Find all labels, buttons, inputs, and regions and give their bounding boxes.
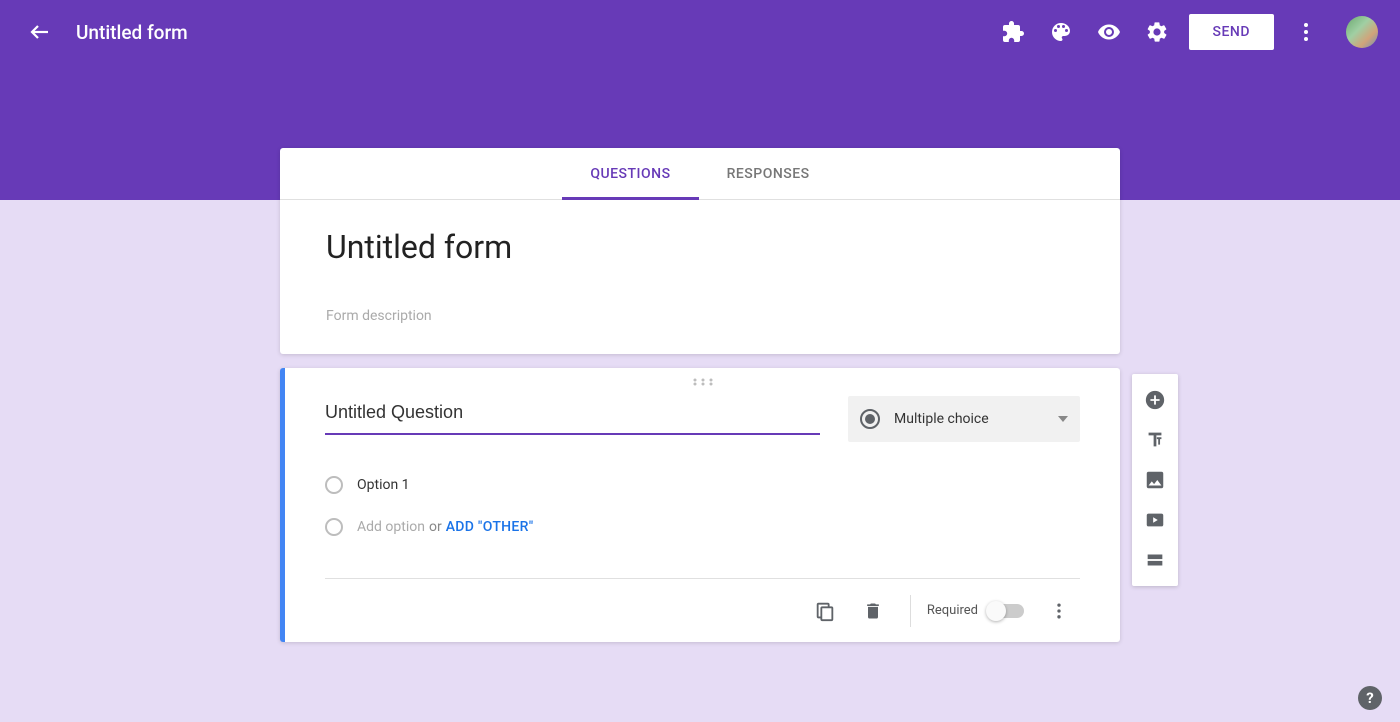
or-text: or <box>429 519 442 535</box>
drag-icon <box>693 378 713 386</box>
question-type-dropdown[interactable]: Multiple choice <box>848 396 1080 442</box>
help-button[interactable]: ? <box>1358 686 1382 710</box>
question-card[interactable]: Multiple choice Option 1 Add option or A… <box>280 368 1120 642</box>
delete-button[interactable] <box>852 590 894 632</box>
chevron-down-icon <box>1058 416 1068 422</box>
question-title-input[interactable] <box>325 396 820 435</box>
trash-icon <box>863 601 883 621</box>
add-option-button[interactable]: Add option <box>357 519 425 535</box>
question-type-label: Multiple choice <box>894 411 1058 427</box>
gear-icon <box>1145 20 1169 44</box>
form-header-card: QUESTIONS RESPONSES Untitled form Form d… <box>280 148 1120 354</box>
section-icon <box>1144 549 1166 571</box>
add-section-button[interactable] <box>1135 540 1175 580</box>
tab-questions-label: QUESTIONS <box>590 166 670 182</box>
help-icon: ? <box>1366 689 1373 707</box>
add-other-button[interactable]: ADD "OTHER" <box>446 519 534 535</box>
required-label: Required <box>927 603 978 618</box>
back-button[interactable] <box>16 8 64 56</box>
add-title-button[interactable] <box>1135 420 1175 460</box>
more-button[interactable] <box>1282 8 1330 56</box>
puzzle-icon <box>1001 20 1025 44</box>
tab-questions[interactable]: QUESTIONS <box>562 148 698 199</box>
doc-title[interactable]: Untitled form <box>76 21 188 44</box>
drag-handle[interactable] <box>325 372 1080 396</box>
addons-button[interactable] <box>989 8 1037 56</box>
account-avatar[interactable] <box>1346 16 1378 48</box>
topbar: Untitled form SEND <box>0 0 1400 64</box>
form-canvas: QUESTIONS RESPONSES Untitled form Form d… <box>280 148 1120 642</box>
text-icon <box>1144 429 1166 451</box>
theme-button[interactable] <box>1037 8 1085 56</box>
send-button[interactable]: SEND <box>1189 14 1274 50</box>
required-toggle[interactable] <box>988 604 1024 618</box>
tab-responses-label: RESPONSES <box>727 166 810 182</box>
tab-responses[interactable]: RESPONSES <box>699 148 838 199</box>
add-question-button[interactable] <box>1135 380 1175 420</box>
more-vert-icon <box>1049 601 1069 621</box>
more-vert-icon <box>1294 20 1318 44</box>
divider <box>910 595 911 627</box>
question-more-button[interactable] <box>1038 590 1080 632</box>
arrow-left-icon <box>28 20 52 44</box>
copy-icon <box>814 600 836 622</box>
tab-bar: QUESTIONS RESPONSES <box>280 148 1120 200</box>
add-image-button[interactable] <box>1135 460 1175 500</box>
preview-button[interactable] <box>1085 8 1133 56</box>
duplicate-button[interactable] <box>804 590 846 632</box>
radio-outline-icon <box>325 476 343 494</box>
floating-toolbar <box>1132 374 1178 586</box>
option-row-1[interactable]: Option 1 <box>325 464 1080 506</box>
add-video-button[interactable] <box>1135 500 1175 540</box>
form-title-input[interactable]: Untitled form <box>326 228 1074 266</box>
image-icon <box>1144 469 1166 491</box>
plus-circle-icon <box>1144 389 1166 411</box>
palette-icon <box>1049 20 1073 44</box>
video-icon <box>1144 509 1166 531</box>
question-footer: Required <box>325 578 1080 642</box>
add-option-row: Add option or ADD "OTHER" <box>325 506 1080 548</box>
eye-icon <box>1097 20 1121 44</box>
form-description-input[interactable]: Form description <box>326 308 1074 324</box>
send-button-label: SEND <box>1213 24 1250 40</box>
radio-outline-icon <box>325 518 343 536</box>
settings-button[interactable] <box>1133 8 1181 56</box>
radio-icon <box>860 409 880 429</box>
option-1-label[interactable]: Option 1 <box>357 477 410 493</box>
